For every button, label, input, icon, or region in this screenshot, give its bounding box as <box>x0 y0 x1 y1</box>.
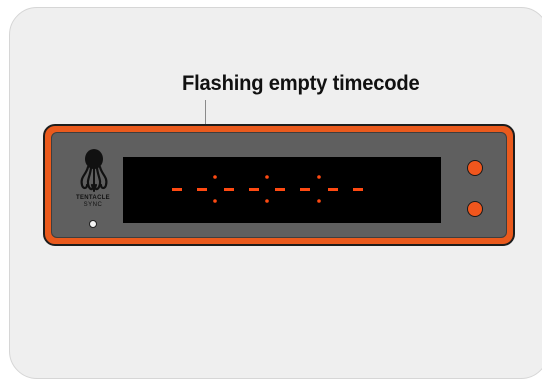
timecode-digit-7 <box>328 188 338 191</box>
page-title: Flashing empty timecode <box>182 72 420 95</box>
device-front-panel: TENTACLE SYNC <box>51 132 507 238</box>
tentacle-sync-device: TENTACLE SYNC <box>43 124 515 246</box>
bottom-button[interactable] <box>467 201 483 217</box>
timecode-colon-1-bottom <box>213 199 217 203</box>
timecode-colon-2-top <box>265 175 269 179</box>
timecode-colon-2-bottom <box>265 199 269 203</box>
timecode-display <box>123 157 441 223</box>
timecode-digit-6 <box>300 188 310 191</box>
timecode-digit-3 <box>224 188 234 191</box>
timecode-digit-8 <box>353 188 363 191</box>
timecode-digit-1 <box>172 188 182 191</box>
status-led <box>89 220 97 228</box>
timecode-colon-3-top <box>317 175 321 179</box>
timecode-digits <box>172 175 363 203</box>
brand-subname: SYNC <box>83 202 103 208</box>
timecode-digit-2 <box>197 188 207 191</box>
timecode-digit-4 <box>249 188 259 191</box>
timecode-colon-1-top <box>213 175 217 179</box>
brand-name: TENTACLE <box>76 195 110 201</box>
timecode-digit-5 <box>275 188 285 191</box>
octopus-icon <box>80 149 108 192</box>
top-button[interactable] <box>467 160 483 176</box>
timecode-colon-3-bottom <box>317 199 321 203</box>
